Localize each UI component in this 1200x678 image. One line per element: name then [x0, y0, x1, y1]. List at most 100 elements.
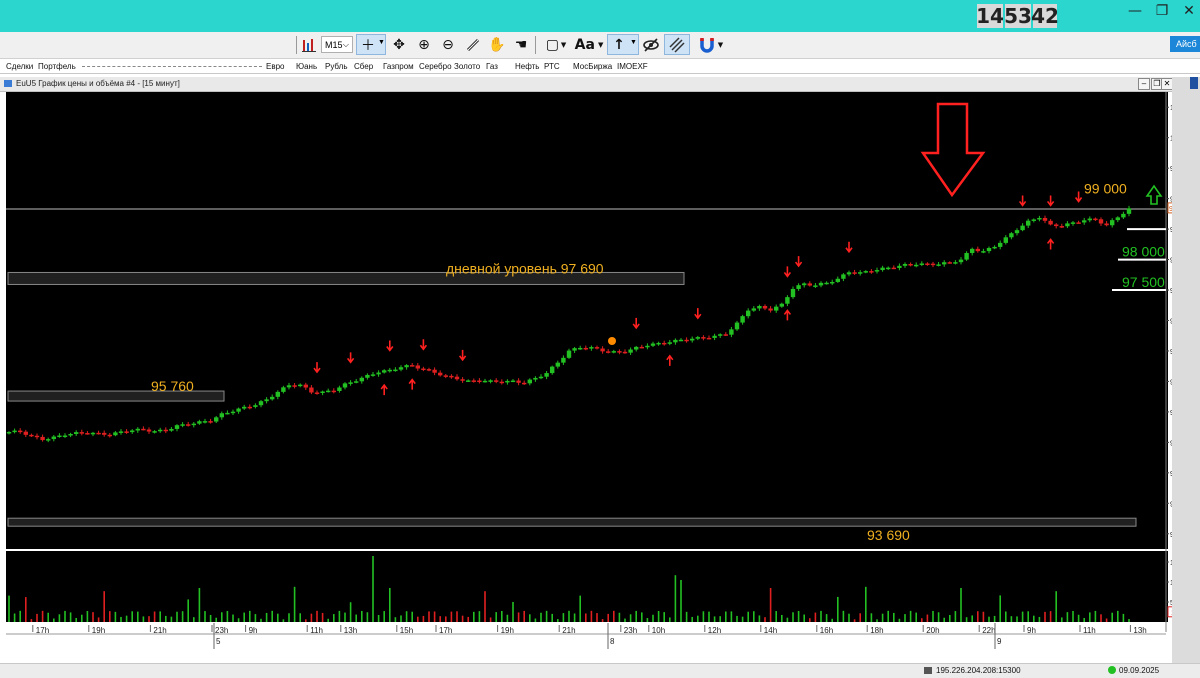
tab-deals[interactable]: Сделки: [6, 62, 33, 71]
candle-body: [253, 405, 258, 407]
candle-body: [1026, 220, 1031, 226]
candle-body: [370, 374, 376, 376]
chart-window-titlebar: EuU5 График цены и объёма #4 - [15 минут…: [0, 77, 1173, 92]
tab-gold[interactable]: Золото: [454, 62, 480, 71]
candle-body: [393, 369, 398, 372]
candle-body: [914, 264, 919, 267]
arrow-tool-button[interactable]: ↑ ▼: [607, 34, 639, 55]
tab-yuan[interactable]: Юань: [296, 62, 317, 71]
volume-bar: [764, 617, 766, 622]
volume-bar: [775, 611, 777, 622]
volume-bar: [848, 613, 850, 622]
tab-portfolio[interactable]: Портфель: [38, 62, 76, 71]
text-icon[interactable]: Aa ▼: [574, 35, 604, 55]
volume-bar: [47, 612, 49, 622]
eye-off-icon[interactable]: [641, 35, 661, 55]
candle-body: [701, 337, 706, 339]
candle-body: [51, 436, 56, 440]
tab-moex[interactable]: МосБиржа: [573, 62, 612, 71]
rectangle-icon[interactable]: ▢ ▼: [541, 35, 571, 55]
scroll-up-icon[interactable]: [1190, 77, 1198, 89]
x-tick-label: 22h: [982, 626, 995, 635]
day-label: 5: [216, 637, 221, 646]
volume-bar: [439, 616, 441, 622]
close-icon[interactable]: ✕: [1175, 3, 1200, 19]
magnet-icon[interactable]: ▼: [695, 35, 727, 55]
price-chart[interactable]: 100 500 100 000 99 500 99 000 98 500 98 000 97…: [0, 92, 1172, 663]
candle-body: [712, 335, 717, 338]
volume-bar: [1100, 614, 1102, 622]
crosshair-button[interactable]: ＋ ▼: [356, 34, 386, 55]
volume-bar: [708, 611, 710, 622]
tab-gazprom[interactable]: Газпром: [383, 62, 414, 71]
candle-body: [146, 429, 152, 432]
minimize-icon[interactable]: —: [1121, 3, 1149, 19]
volume-bar: [904, 614, 906, 622]
volume-bar: [30, 619, 33, 622]
volume-bar: [445, 616, 447, 622]
pattern-button[interactable]: [664, 34, 690, 55]
volume-tick-label: 10 000: [1170, 580, 1172, 587]
candle-body: [309, 387, 314, 393]
tab-euro[interactable]: Евро: [266, 62, 284, 71]
tab-imoexf[interactable]: IMOEXF: [617, 62, 648, 71]
tab-rts[interactable]: РТС: [544, 62, 560, 71]
right-edge-button[interactable]: Айсб: [1170, 36, 1200, 52]
hand-pointer-icon[interactable]: ☚: [511, 35, 531, 55]
move-icon[interactable]: ✥: [389, 35, 409, 55]
volume-bar: [181, 611, 184, 622]
candle-body: [936, 264, 941, 266]
candle-body: [538, 376, 544, 379]
x-tick-label: 19h: [501, 626, 514, 635]
zoom-out-icon[interactable]: ⊖: [438, 35, 458, 55]
price-pane: [6, 92, 1168, 549]
maximize-icon[interactable]: ❐: [1148, 3, 1176, 19]
zoom-in-icon[interactable]: ⊕: [414, 35, 434, 55]
candle-body: [970, 248, 975, 253]
tab-silver[interactable]: Серебро: [419, 62, 452, 71]
candle-body: [219, 413, 224, 418]
hand-icon[interactable]: ✋: [487, 35, 507, 55]
volume-bar: [613, 610, 615, 622]
volume-bar: [361, 610, 363, 622]
bar-chart-icon[interactable]: [299, 35, 319, 55]
candle-body: [1110, 220, 1115, 226]
tab-sber[interactable]: Сбер: [354, 62, 373, 71]
volume-bar: [53, 618, 55, 622]
volume-bar: [1049, 611, 1052, 622]
candle-body: [858, 272, 863, 274]
candle-body: [1003, 237, 1008, 243]
candle-body: [544, 373, 549, 377]
volume-bar: [288, 613, 290, 622]
x-tick-label: 17h: [439, 626, 452, 635]
candle-body: [68, 433, 73, 436]
volume-bar: [792, 612, 794, 622]
toolbar-separator: [535, 36, 536, 54]
candle-body: [891, 267, 896, 270]
candle-body: [236, 408, 241, 412]
candle-body: [958, 259, 964, 263]
candle-body: [410, 365, 415, 367]
candle-body: [583, 347, 588, 350]
candle-body: [656, 342, 661, 345]
chart-minimize-icon[interactable]: –: [1138, 78, 1150, 90]
volume-bar: [646, 617, 649, 622]
volume-bar: [982, 611, 985, 622]
volume-bar: [310, 613, 313, 622]
tab-ruble[interactable]: Рубль: [325, 62, 347, 71]
volume-bar: [1066, 612, 1069, 622]
y-tick-label: 94 500: [1170, 471, 1172, 478]
volume-bar: [585, 613, 587, 622]
candle-body: [667, 342, 672, 344]
status-bar: 195.226.204.208:15300 09.09.2025: [0, 663, 1200, 678]
x-tick-label: 18h: [870, 626, 883, 635]
candle-body: [1059, 226, 1064, 228]
tab-gas[interactable]: Газ: [486, 62, 498, 71]
tab-oil[interactable]: Нефть: [515, 62, 539, 71]
candle-body: [1126, 208, 1132, 214]
candle-body: [12, 430, 17, 433]
timeframe-select[interactable]: M15 ⌵: [321, 36, 353, 53]
candle-body: [908, 263, 913, 266]
y-tick-label: 98 000: [1170, 258, 1172, 265]
ruler-icon[interactable]: [463, 35, 483, 55]
